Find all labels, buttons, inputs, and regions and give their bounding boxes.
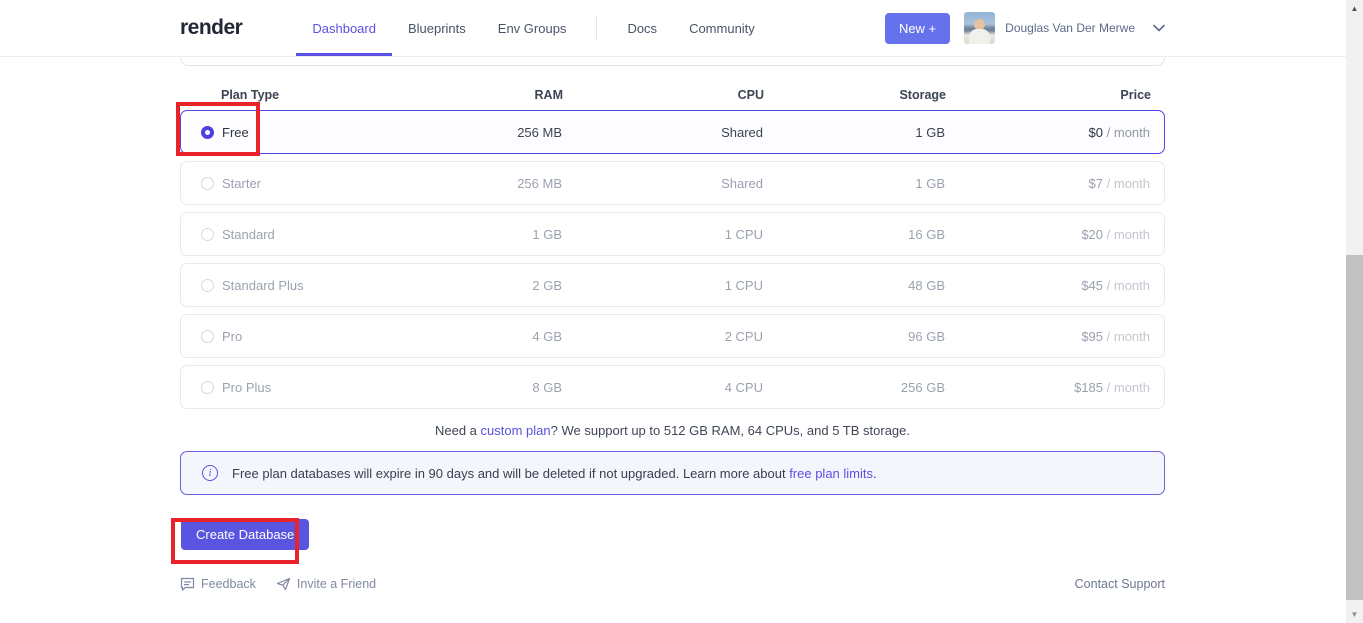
plan-radio-button[interactable] [201, 279, 214, 292]
scrollbar-thumb[interactable] [1346, 255, 1363, 600]
plan-row-free[interactable]: Free 256 MB Shared 1 GB $0 / month [180, 110, 1165, 154]
plan-price-value: $45 [1081, 278, 1103, 293]
plan-row-standard[interactable]: Standard 1 GB 1 CPU 16 GB $20 / month [180, 212, 1165, 256]
free-plan-info-banner: i Free plan databases will expire in 90 … [180, 451, 1165, 495]
plan-table: Free 256 MB Shared 1 GB $0 / month Start… [180, 110, 1165, 409]
plan-cpu-value: Shared [562, 176, 763, 191]
paper-plane-icon [276, 577, 291, 591]
new-button[interactable]: New + [885, 13, 950, 44]
plan-row-pro[interactable]: Pro 4 GB 2 CPU 96 GB $95 / month [180, 314, 1165, 358]
plan-price-period: / month [1107, 176, 1150, 191]
main-content: Plan Type RAM CPU Storage Price Free 256… [180, 58, 1165, 591]
plan-name: Pro Plus [222, 380, 271, 395]
column-header-storage: Storage [764, 88, 946, 102]
plan-storage-value: 96 GB [763, 329, 945, 344]
plan-storage-value: 256 GB [763, 380, 945, 395]
free-plan-limits-link[interactable]: free plan limits [789, 466, 873, 481]
banner-main-text: Free plan databases will expire in 90 da… [232, 466, 789, 481]
chevron-down-icon[interactable] [1153, 24, 1165, 32]
create-database-button[interactable]: Create Database [181, 519, 309, 550]
column-header-price: Price [946, 88, 1151, 102]
plan-name: Free [222, 125, 249, 140]
plan-price-period: / month [1107, 125, 1150, 140]
plan-radio-button[interactable] [201, 381, 214, 394]
plan-ram-value: 256 MB [392, 176, 562, 191]
plan-price-period: / month [1107, 227, 1150, 242]
vertical-scrollbar[interactable]: ▲ ▼ [1346, 0, 1363, 623]
feedback-button[interactable]: Feedback [180, 577, 256, 591]
contact-support-label: Contact Support [1075, 577, 1165, 591]
nav-links: DashboardBlueprintsEnv Groups DocsCommuni… [296, 0, 770, 56]
plan-ram-value: 1 GB [392, 227, 562, 242]
plan-radio-button[interactable] [201, 228, 214, 241]
scrolled-card-bottom-edge [180, 58, 1165, 66]
custom-plan-post-text: ? We support up to 512 GB RAM, 64 CPUs, … [551, 423, 910, 438]
plan-name: Standard [222, 227, 275, 242]
plan-row-standard-plus[interactable]: Standard Plus 2 GB 1 CPU 48 GB $45 / mon… [180, 263, 1165, 307]
plan-row-starter[interactable]: Starter 256 MB Shared 1 GB $7 / month [180, 161, 1165, 205]
plan-storage-value: 16 GB [763, 227, 945, 242]
plan-storage-value: 1 GB [763, 125, 945, 140]
plan-price-value: $20 [1081, 227, 1103, 242]
custom-plan-line: Need a custom plan? We support up to 512… [180, 423, 1165, 439]
plan-radio-button[interactable] [201, 330, 214, 343]
plan-name: Standard Plus [222, 278, 304, 293]
banner-period: . [873, 466, 877, 481]
plan-radio-button[interactable] [201, 177, 214, 190]
plan-price-value: $185 [1074, 380, 1103, 395]
nav-divider [596, 16, 597, 40]
nav-link-dashboard[interactable]: Dashboard [296, 0, 392, 56]
plan-cpu-value: 1 CPU [562, 227, 763, 242]
plan-cpu-value: Shared [562, 125, 763, 140]
plan-cpu-value: 4 CPU [562, 380, 763, 395]
page-footer: Feedback Invite a Friend Contact Support [180, 577, 1165, 591]
plan-ram-value: 8 GB [392, 380, 562, 395]
column-header-ram: RAM [393, 88, 563, 102]
plan-radio-button[interactable] [201, 126, 214, 139]
plan-cpu-value: 2 CPU [562, 329, 763, 344]
top-navbar: render DashboardBlueprintsEnv Groups Docs… [0, 0, 1346, 57]
info-icon: i [202, 465, 218, 481]
plan-price-value: $95 [1081, 329, 1103, 344]
contact-support-link[interactable]: Contact Support [1075, 577, 1165, 591]
plan-cpu-value: 1 CPU [562, 278, 763, 293]
plan-price-period: / month [1107, 329, 1150, 344]
nav-link-docs[interactable]: Docs [611, 0, 673, 56]
plan-price-value: $0 [1089, 125, 1103, 140]
banner-text: Free plan databases will expire in 90 da… [232, 466, 877, 481]
plan-ram-value: 2 GB [392, 278, 562, 293]
feedback-label: Feedback [201, 577, 256, 591]
plan-storage-value: 1 GB [763, 176, 945, 191]
plan-row-pro-plus[interactable]: Pro Plus 8 GB 4 CPU 256 GB $185 / month [180, 365, 1165, 409]
plan-name: Starter [222, 176, 261, 191]
user-avatar[interactable] [964, 12, 995, 44]
user-name[interactable]: Douglas Van Der Merwe [1005, 21, 1135, 35]
invite-friend-button[interactable]: Invite a Friend [276, 577, 376, 591]
plan-price-value: $7 [1089, 176, 1103, 191]
plan-storage-value: 48 GB [763, 278, 945, 293]
plan-name: Pro [222, 329, 242, 344]
custom-plan-pre-text: Need a [435, 423, 481, 438]
plan-price-period: / month [1107, 278, 1150, 293]
nav-link-blueprints[interactable]: Blueprints [392, 0, 482, 56]
column-header-plan-type: Plan Type [200, 88, 393, 102]
plan-ram-value: 256 MB [392, 125, 562, 140]
render-logo[interactable]: render [180, 16, 242, 40]
nav-link-env-groups[interactable]: Env Groups [482, 0, 583, 56]
nav-link-community[interactable]: Community [673, 0, 771, 56]
custom-plan-link[interactable]: custom plan [481, 423, 551, 438]
invite-friend-label: Invite a Friend [297, 577, 376, 591]
plan-ram-value: 4 GB [392, 329, 562, 344]
column-header-cpu: CPU [563, 88, 764, 102]
plan-price-period: / month [1107, 380, 1150, 395]
plan-table-header: Plan Type RAM CPU Storage Price [180, 79, 1165, 110]
speech-bubble-icon [180, 577, 195, 591]
scrollbar-up-arrow[interactable]: ▲ [1346, 0, 1363, 17]
scrollbar-down-arrow[interactable]: ▼ [1346, 606, 1363, 623]
